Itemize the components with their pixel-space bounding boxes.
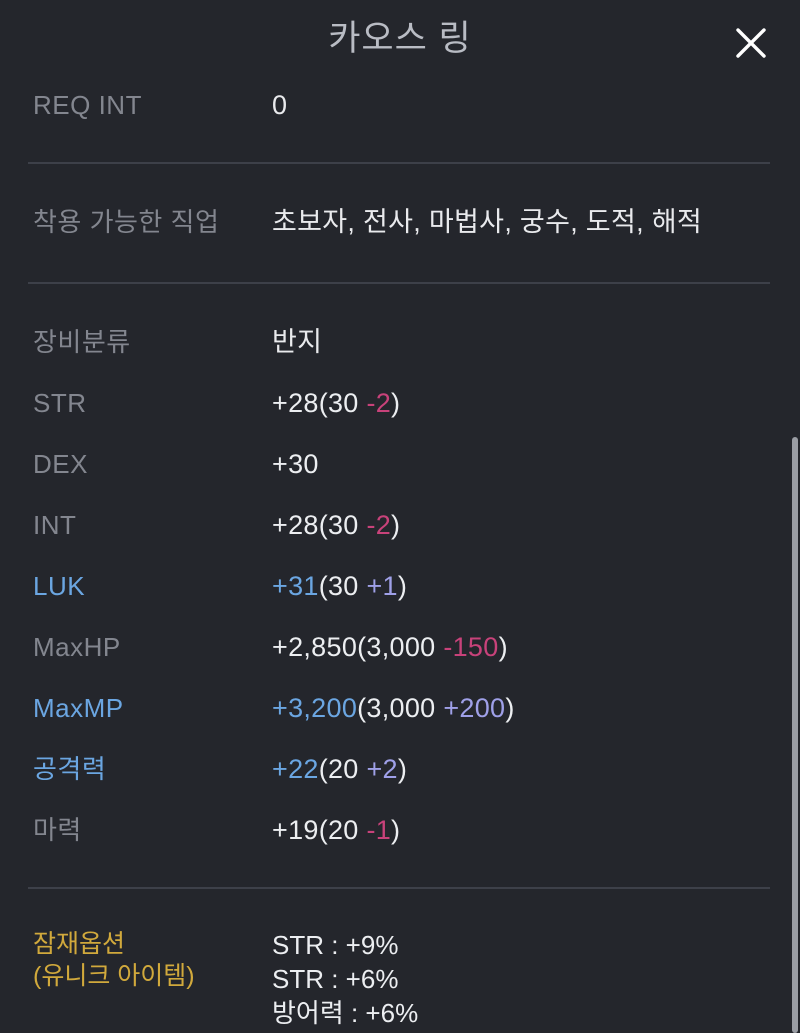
stat-value: +2,850(3,000 -150) xyxy=(272,630,800,664)
divider-1 xyxy=(28,162,770,164)
stat-delta: +200 xyxy=(443,693,506,723)
stat-row: MaxHP +2,850(3,000 -150) xyxy=(0,630,800,664)
equip-category-value: 반지 xyxy=(272,327,323,357)
vertical-scrollbar-thumb[interactable] xyxy=(792,437,798,1033)
stat-total: +22 xyxy=(272,754,319,784)
stat-paren-open: (3,000 xyxy=(357,693,444,723)
stat-row: DEX +30 xyxy=(0,447,800,481)
stat-delta: +2 xyxy=(366,754,398,784)
stat-paren-close: ) xyxy=(397,754,408,784)
req-int-label: REQ INT xyxy=(33,90,142,120)
req-int-value: 0 xyxy=(272,90,288,120)
stat-label: MaxMP xyxy=(33,693,124,723)
req-int-row: REQ INT 0 xyxy=(0,88,800,122)
stat-value: +19(20 -1) xyxy=(272,813,800,847)
stat-paren-open: (30 xyxy=(318,571,367,601)
potential-option: STR : +9% xyxy=(272,930,399,960)
stat-total: +28 xyxy=(272,388,319,418)
panel-header: 카오스 링 xyxy=(0,0,800,78)
potential-label-line1: 잠재옵션 xyxy=(33,930,126,958)
stat-row: MaxMP +3,200(3,000 +200) xyxy=(0,691,800,725)
stat-row: LUK +31(30 +1) xyxy=(0,569,800,603)
stat-label: DEX xyxy=(33,449,88,479)
potential-option: STR : +6% xyxy=(272,964,399,994)
stat-paren-close: ) xyxy=(391,510,401,540)
potential-label: 잠재옵션 (유니크 아이템) xyxy=(0,928,272,992)
stat-row: INT +28(30 -2) xyxy=(0,508,800,542)
stat-paren-open: (30 xyxy=(318,388,367,418)
stat-paren-close: ) xyxy=(498,632,508,662)
wearable-jobs-value: 초보자, 전사, 마법사, 궁수, 도적, 해적 xyxy=(272,207,702,237)
vertical-scrollbar-track[interactable] xyxy=(791,0,800,1033)
stat-delta: -2 xyxy=(366,510,392,540)
stat-paren-close: ) xyxy=(397,571,408,601)
stat-paren-close: ) xyxy=(505,693,515,723)
potential-option: 방어력 : +6% xyxy=(272,998,419,1028)
wearable-jobs-row: 착용 가능한 직업 초보자, 전사, 마법사, 궁수, 도적, 해적 xyxy=(0,205,800,239)
stat-paren-open: (20 xyxy=(318,815,367,845)
equip-category-label: 장비분류 xyxy=(33,327,131,357)
divider-3 xyxy=(28,887,770,889)
close-button[interactable] xyxy=(726,18,776,68)
stat-delta: -1 xyxy=(366,815,392,845)
stat-paren-open: (20 xyxy=(318,754,367,784)
stat-delta: -150 xyxy=(443,632,499,662)
stat-row: STR +28(30 -2) xyxy=(0,386,800,420)
stat-total: +3,200 xyxy=(272,693,358,723)
stat-label: MaxHP xyxy=(33,632,121,662)
stat-value: +28(30 -2) xyxy=(272,508,800,542)
stat-total: +2,850 xyxy=(272,632,358,662)
stat-total: +30 xyxy=(272,449,319,479)
stat-label: 마력 xyxy=(33,815,82,845)
stat-paren-open: (30 xyxy=(318,510,367,540)
page-title: 카오스 링 xyxy=(328,19,472,58)
potential-option-list: STR : +9% STR : +6% 방어력 : +6% xyxy=(272,928,800,1030)
stat-label: 공격력 xyxy=(33,754,107,784)
stat-paren-open: (3,000 xyxy=(357,632,444,662)
stat-value: +22(20 +2) xyxy=(272,752,800,786)
stat-paren-close: ) xyxy=(391,815,401,845)
potential-section: 잠재옵션 (유니크 아이템) STR : +9% STR : +6% 방어력 :… xyxy=(0,928,800,1030)
stat-total: +31 xyxy=(272,571,319,601)
stat-value: +30 xyxy=(272,447,800,481)
stat-value: +31(30 +1) xyxy=(272,569,800,603)
divider-2 xyxy=(28,282,770,284)
stat-total: +19 xyxy=(272,815,319,845)
stat-row: 공격력 +22(20 +2) xyxy=(0,752,800,786)
stat-delta: -2 xyxy=(366,388,392,418)
stat-paren-close: ) xyxy=(391,388,401,418)
close-icon xyxy=(733,25,769,61)
stat-value: +28(30 -2) xyxy=(272,386,800,420)
stat-label: LUK xyxy=(33,571,86,601)
stat-label: INT xyxy=(33,510,77,540)
stat-total: +28 xyxy=(272,510,319,540)
stat-label: STR xyxy=(33,388,87,418)
item-tooltip-panel: 카오스 링 REQ INT 0 착용 가능한 직업 초보자, 전사, 마법사, … xyxy=(0,0,800,1033)
wearable-jobs-label: 착용 가능한 직업 xyxy=(33,207,220,237)
stat-row: 마력 +19(20 -1) xyxy=(0,813,800,847)
potential-label-line2: (유니크 아이템) xyxy=(33,962,195,990)
stat-delta: +1 xyxy=(366,571,398,601)
stat-value: +3,200(3,000 +200) xyxy=(272,691,800,725)
equip-category-row: 장비분류 반지 xyxy=(0,325,800,359)
